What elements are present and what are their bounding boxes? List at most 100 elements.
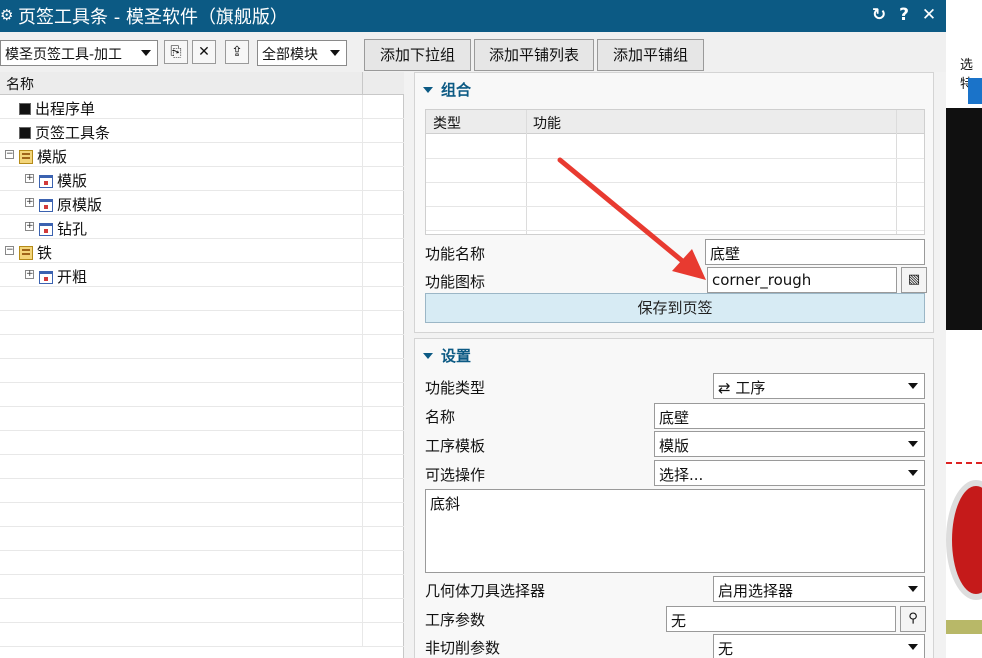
- function-type-select[interactable]: ⇄ 工序: [713, 373, 925, 399]
- tree-row[interactable]: + 原模版: [0, 191, 404, 215]
- function-type-label: 功能类型: [425, 379, 486, 397]
- op-params-label: 工序参数: [425, 611, 486, 629]
- tree-node[interactable]: 模版: [39, 170, 87, 191]
- group-section-title[interactable]: 组合: [423, 79, 471, 100]
- export-icon[interactable]: ⇪: [225, 40, 249, 64]
- settings-section-title[interactable]: 设置: [423, 345, 471, 366]
- optional-op-select[interactable]: 选择...: [654, 460, 925, 486]
- settings-section: 设置 功能类型 ⇄ 工序 名称 底壁 工序模板 模版 可选操作 选择... 底斜…: [414, 338, 934, 658]
- tree-node[interactable]: 模版: [19, 146, 67, 167]
- save-to-tab-button[interactable]: 保存到页签: [425, 293, 925, 323]
- geometry-tool-value: 启用选择器: [718, 582, 794, 600]
- column-header-type: 类型: [433, 116, 461, 132]
- tree-row[interactable]: 出程序单: [0, 95, 404, 119]
- tree-row: [0, 551, 404, 575]
- tree-row: [0, 575, 404, 599]
- toolbar: 模圣页签工具-加工 ⎘ ✕ ⇪ 全部模块 添加下拉组 添加平铺列表 添加平铺组: [0, 32, 946, 72]
- settings-section-title-text: 设置: [441, 347, 472, 365]
- tree-row[interactable]: + 开粗: [0, 263, 404, 287]
- search-icon[interactable]: ⚲: [900, 606, 926, 632]
- refresh-icon[interactable]: ↻: [868, 4, 890, 26]
- collapse-triangle-icon: [423, 87, 433, 93]
- tree-row[interactable]: 页签工具条: [0, 119, 404, 143]
- tree-row[interactable]: + 钻孔: [0, 215, 404, 239]
- toolbar-select[interactable]: 模圣页签工具-加工: [0, 40, 158, 66]
- add-file-icon[interactable]: ⎘: [164, 40, 188, 64]
- module-select[interactable]: 全部模块: [257, 40, 347, 66]
- module-select-value: 全部模块: [262, 47, 318, 63]
- tree-node[interactable]: 页签工具条: [19, 122, 110, 143]
- tree-panel: 名称 出程序单 页签工具条 − 模版 + 模版 + 原模版 + 钻孔 − 铁 + 开粗: [0, 72, 404, 658]
- black-square-icon: [19, 127, 31, 139]
- geometry-tool-label: 几何体刀具选择器: [425, 582, 546, 600]
- help-button[interactable]: ?: [893, 4, 915, 26]
- column-header-function: 功能: [533, 116, 561, 132]
- tree-header-label: 名称: [6, 77, 34, 93]
- function-icon-input[interactable]: corner_rough: [707, 267, 897, 293]
- tree-row[interactable]: − 铁: [0, 239, 404, 263]
- group-table[interactable]: 类型 功能: [425, 109, 925, 235]
- background-tab: [968, 78, 982, 104]
- chevron-down-icon: [908, 644, 918, 650]
- collapse-toggle-icon[interactable]: −: [5, 246, 14, 255]
- op-params-input[interactable]: 无: [666, 606, 896, 632]
- chevron-down-icon: [908, 586, 918, 592]
- tree-row: [0, 503, 404, 527]
- window-title: 页签工具条 - 模圣软件（旗舰版）: [18, 7, 288, 28]
- function-type-value: 工序: [735, 379, 766, 397]
- tree-row: [0, 335, 404, 359]
- gear-icon: ⚙: [0, 6, 14, 24]
- template-label: 工序模板: [425, 437, 486, 455]
- tree-row[interactable]: − 模版: [0, 143, 404, 167]
- tree-row: [0, 383, 404, 407]
- calendar-icon: [39, 199, 53, 212]
- expand-toggle-icon[interactable]: +: [25, 198, 34, 207]
- chevron-down-icon: [908, 383, 918, 389]
- calendar-icon: [39, 271, 53, 284]
- template-select[interactable]: 模版: [654, 431, 925, 457]
- tree-row: [0, 407, 404, 431]
- group-table-header: 类型 功能: [426, 110, 924, 134]
- collapse-toggle-icon[interactable]: −: [5, 150, 14, 159]
- tree-node[interactable]: 出程序单: [19, 98, 95, 119]
- close-button[interactable]: ✕: [918, 4, 940, 26]
- name-label: 名称: [425, 408, 456, 426]
- background-app-strip: 选特: [946, 0, 982, 658]
- calendar-icon: [39, 223, 53, 236]
- add-dropdown-group-button[interactable]: 添加下拉组: [364, 39, 471, 71]
- delete-icon[interactable]: ✕: [192, 40, 216, 64]
- note-textarea[interactable]: 底斜: [425, 489, 925, 573]
- tree-node-label: 出程序单: [35, 100, 96, 118]
- template-value: 模版: [659, 437, 690, 455]
- group-section-title-text: 组合: [441, 81, 472, 99]
- expand-toggle-icon[interactable]: +: [25, 222, 34, 231]
- expand-toggle-icon[interactable]: +: [25, 270, 34, 279]
- calendar-icon: [39, 175, 53, 188]
- add-tile-list-button[interactable]: 添加平铺列表: [474, 39, 594, 71]
- tree-node[interactable]: 钻孔: [39, 218, 87, 239]
- group-section: 组合 类型 功能 功能名称 底壁 功能图标 corner_rough ▧ 保存到…: [414, 72, 934, 333]
- function-icon-label: 功能图标: [425, 273, 486, 291]
- tree-node[interactable]: 原模版: [39, 194, 102, 215]
- tree-node-label: 铁: [37, 244, 53, 262]
- tree-node-label: 钻孔: [57, 220, 88, 238]
- list-folder-icon: [19, 246, 33, 260]
- detail-panel: 组合 类型 功能 功能名称 底壁 功能图标 corner_rough ▧ 保存到…: [404, 72, 946, 658]
- chevron-down-icon: [330, 50, 340, 56]
- add-tile-group-button[interactable]: 添加平铺组: [597, 39, 704, 71]
- list-folder-icon: [19, 150, 33, 164]
- image-picker-icon[interactable]: ▧: [901, 267, 927, 293]
- non-cut-select[interactable]: 无: [713, 634, 925, 658]
- geometry-tool-select[interactable]: 启用选择器: [713, 576, 925, 602]
- tree-node[interactable]: 开粗: [39, 266, 87, 287]
- function-name-input[interactable]: 底壁: [705, 239, 925, 265]
- background-model-base: [946, 620, 982, 634]
- tree-row[interactable]: + 模版: [0, 167, 404, 191]
- name-input[interactable]: 底壁: [654, 403, 925, 429]
- expand-toggle-icon[interactable]: +: [25, 174, 34, 183]
- tree-node[interactable]: 铁: [19, 242, 52, 263]
- collapse-triangle-icon: [423, 353, 433, 359]
- tree-row: [0, 287, 404, 311]
- background-dashed-line: [946, 462, 982, 464]
- background-viewport: [946, 108, 982, 330]
